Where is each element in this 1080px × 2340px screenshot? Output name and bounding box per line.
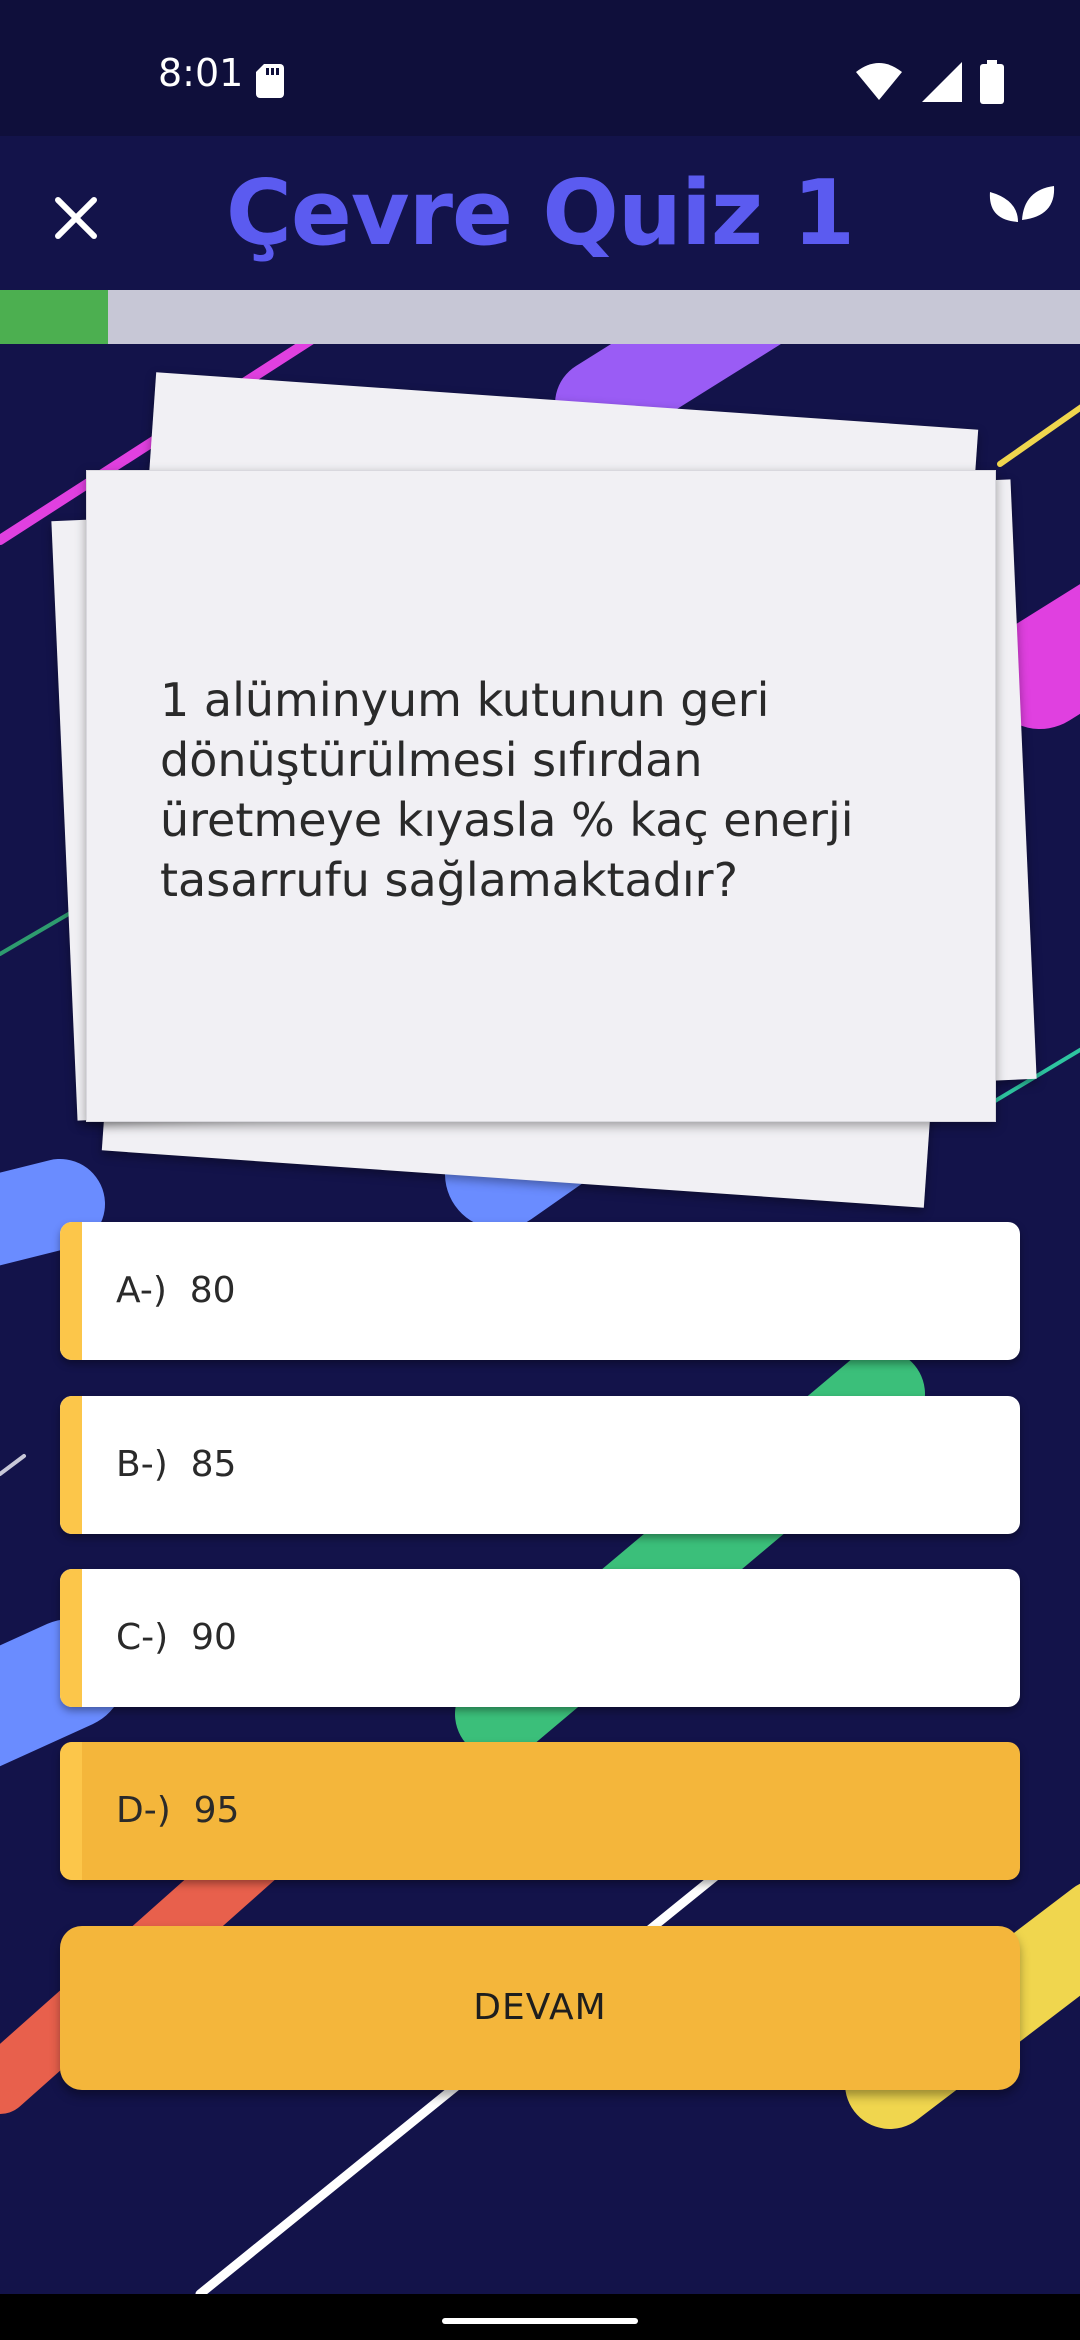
system-nav-bar (0, 2294, 1080, 2340)
quiz-progress-bar (0, 290, 1080, 344)
answer-option-d[interactable]: D-) 95 (60, 1742, 1020, 1880)
answer-prefix: A-) (116, 1270, 167, 1311)
answer-value: 80 (189, 1270, 236, 1311)
question-text: 1 alüminyum kutunun geri dönüştürülmesi … (160, 673, 854, 907)
continue-button[interactable]: DEVAM (60, 1926, 1020, 2090)
answer-accent-stripe (60, 1742, 82, 1880)
answer-prefix: D-) (116, 1790, 171, 1831)
answer-label: B-) 85 (116, 1396, 236, 1534)
answer-label: C-) 90 (116, 1569, 237, 1707)
answer-option-a[interactable]: A-) 80 (60, 1222, 1020, 1360)
answer-accent-stripe (60, 1569, 82, 1707)
answer-prefix: C-) (116, 1617, 169, 1658)
answer-accent-stripe (60, 1222, 82, 1360)
answer-label: D-) 95 (116, 1742, 239, 1880)
answer-option-c[interactable]: C-) 90 (60, 1569, 1020, 1707)
answer-value: 85 (190, 1444, 237, 1485)
quiz-progress-fill (0, 290, 108, 344)
answer-prefix: B-) (116, 1444, 168, 1485)
home-gesture-handle[interactable] (442, 2318, 638, 2324)
answer-value: 95 (193, 1790, 240, 1831)
answer-value: 90 (191, 1617, 237, 1658)
answer-accent-stripe (60, 1396, 82, 1534)
question-card-stack: 1 alüminyum kutunun geri dönüştürülmesi … (0, 0, 1080, 1230)
answer-option-b[interactable]: B-) 85 (60, 1396, 1020, 1534)
answer-label: A-) 80 (116, 1222, 236, 1360)
